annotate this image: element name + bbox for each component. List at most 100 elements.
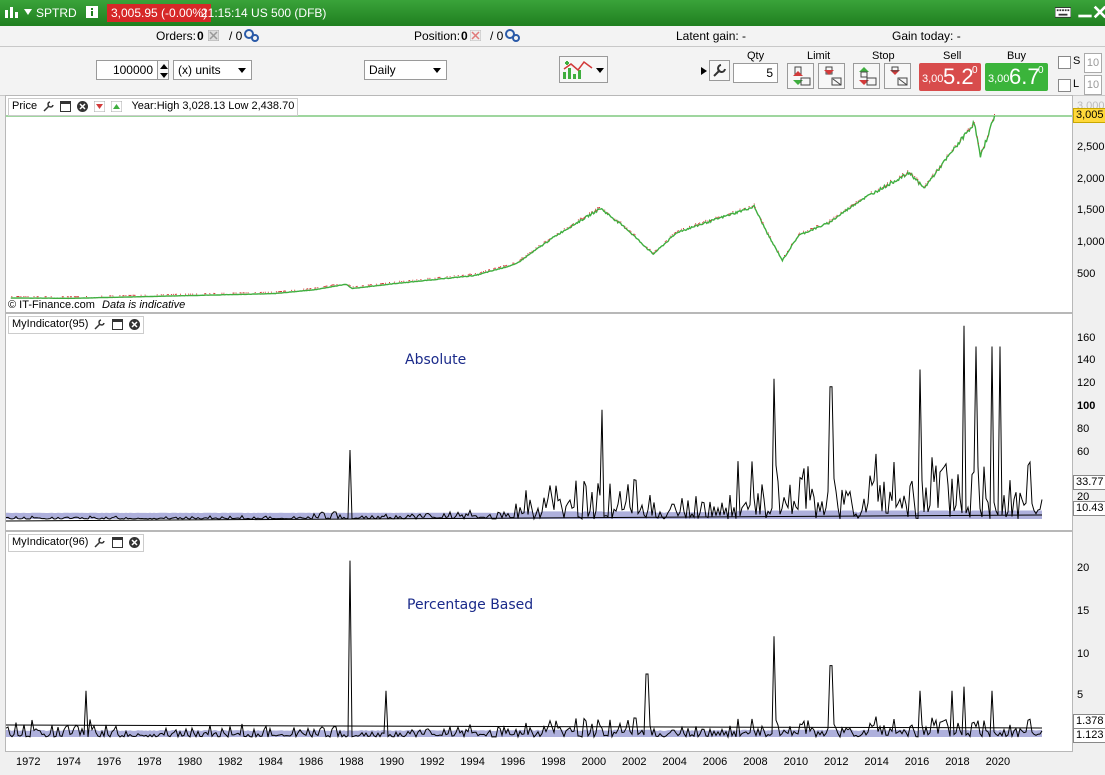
indicator-absolute-line <box>6 325 1043 521</box>
timeframe-select[interactable]: Daily <box>364 60 447 80</box>
close-icon[interactable] <box>77 100 89 112</box>
wrench-icon <box>713 64 726 77</box>
qty-input[interactable]: 5 <box>733 63 778 83</box>
move-up-icon[interactable] <box>111 100 123 112</box>
stop-header: Stop <box>872 50 895 62</box>
y-tick: 10 <box>1077 648 1090 660</box>
position-settings-icon[interactable] <box>505 29 521 43</box>
close-icon[interactable] <box>128 536 140 548</box>
x-tick-1996: 1996 <box>500 756 526 768</box>
limit-sell-button[interactable] <box>818 63 845 89</box>
l-value: 10 <box>1086 79 1100 91</box>
close-icon[interactable] <box>128 318 140 330</box>
x-tick-1984: 1984 <box>258 756 283 768</box>
latent-gain: Latent gain: - <box>676 29 747 43</box>
y-tick: 15 <box>1077 605 1090 617</box>
l-checkbox[interactable] <box>1058 79 1071 92</box>
indicator-percentage-panel[interactable]: MyIndicator(96) Percentage Based <box>5 531 1073 752</box>
settings-wrench-button[interactable] <box>709 60 730 81</box>
indicator-absolute-value-a: 33.77 <box>1073 475 1105 490</box>
indicator-absolute-header: MyIndicator(95) <box>8 316 144 334</box>
stop-down-icon <box>890 66 908 86</box>
info-icon[interactable] <box>86 6 98 18</box>
sell-header: Sell <box>943 50 962 62</box>
indicator-button[interactable] <box>559 56 608 83</box>
x-tick-1982: 1982 <box>218 756 243 768</box>
quantity-input[interactable]: 100000 <box>96 60 158 80</box>
price-watermark: © IT-Finance.com Data is indicative <box>8 299 185 311</box>
wrench-icon[interactable] <box>94 318 106 330</box>
buy-header: Buy <box>1007 50 1026 62</box>
stepper-icon <box>160 64 168 78</box>
chevron-down-icon <box>238 68 246 73</box>
y-tick-2500: 2,500 <box>1077 141 1105 153</box>
indicator-percentage-header: MyIndicator(96) <box>8 534 144 552</box>
s-value: 10 <box>1086 57 1100 69</box>
price-year-info: Year:High 3,028.13 Low 2,438.70 <box>131 100 295 112</box>
s-checkbox[interactable] <box>1058 56 1071 69</box>
y-tick: 20 <box>1077 562 1090 574</box>
x-tick-1976: 1976 <box>96 756 122 768</box>
x-tick-2006: 2006 <box>702 756 728 768</box>
limit-header: Limit <box>807 50 831 62</box>
indicator-absolute-chart <box>6 325 1043 522</box>
status-bar: Orders: 0 / 0 Position: 0 / 0 Latent gai… <box>0 26 1105 47</box>
keyboard-icon[interactable] <box>1055 4 1071 20</box>
chevron-down-icon <box>596 68 604 73</box>
indicator-percentage-value-b: 1.123 <box>1073 728 1105 743</box>
y-tick: 160 <box>1077 332 1096 344</box>
s-spinner[interactable]: 10 <box>1084 53 1102 73</box>
qty-value: 5 <box>766 66 773 80</box>
indicator-absolute-panel[interactable]: MyIndicator(95) Absolute <box>5 313 1073 531</box>
qty-header: Qty <box>747 50 765 62</box>
quantity-value: 100000 <box>112 63 153 77</box>
x-tick-1972: 1972 <box>16 756 41 768</box>
close-icon[interactable] <box>1092 4 1105 20</box>
buy-price-prefix: 3,00 <box>988 73 1010 85</box>
x-tick-2004: 2004 <box>662 756 687 768</box>
wrench-icon[interactable] <box>94 536 106 548</box>
quantity-stepper[interactable] <box>157 60 169 80</box>
dropdown-arrow-icon[interactable] <box>24 9 32 15</box>
y-tick: 100 <box>1077 400 1096 412</box>
sell-price-sup: 0 <box>972 65 978 76</box>
x-tick-1990: 1990 <box>379 756 405 768</box>
limit-down-icon <box>824 66 842 86</box>
y-tick-500: 500 <box>1077 268 1096 280</box>
time-market-label: 21:15:14 US 500 (DFB) <box>201 6 327 20</box>
collapse-arrow-icon[interactable] <box>701 67 707 75</box>
x-tick-1992: 1992 <box>420 756 445 768</box>
l-spinner[interactable]: 10 <box>1084 75 1102 95</box>
y-tick: 5 <box>1077 689 1084 701</box>
x-tick-1998: 1998 <box>541 756 566 768</box>
watermark-text: © IT-Finance.com <box>8 299 95 311</box>
maximize-icon[interactable] <box>111 536 123 548</box>
units-select[interactable]: (x) units <box>173 60 252 80</box>
price-panel-label: Price <box>12 100 38 112</box>
cancel-orders-icon[interactable] <box>208 30 219 41</box>
x-tick-2002: 2002 <box>622 756 647 768</box>
minimize-icon[interactable] <box>1077 4 1093 20</box>
y-tick: 120 <box>1077 377 1096 389</box>
price-series-line <box>10 115 996 300</box>
x-tick-1986: 1986 <box>298 756 324 768</box>
maximize-icon[interactable] <box>60 100 72 112</box>
orders-settings-icon[interactable] <box>244 29 260 43</box>
y-tick: 60 <box>1077 446 1090 458</box>
buy-button[interactable]: 3,00 6.7 0 <box>985 63 1048 91</box>
move-down-icon[interactable] <box>94 100 106 112</box>
stop-sell-button[interactable] <box>884 63 911 89</box>
x-tick-2020: 2020 <box>985 756 1011 768</box>
maximize-icon[interactable] <box>111 318 123 330</box>
x-tick-1980: 1980 <box>177 756 203 768</box>
x-tick-2016: 2016 <box>904 756 930 768</box>
close-position-icon[interactable] <box>470 30 481 41</box>
price-chart-panel[interactable]: Price Year:High 3,028.13 Low 2,438.70 © … <box>5 95 1073 313</box>
orders-total: / 0 <box>229 29 243 43</box>
wrench-icon[interactable] <box>43 100 54 112</box>
stop-buy-button[interactable] <box>853 63 880 89</box>
limit-buy-button[interactable] <box>787 63 814 89</box>
sell-button[interactable]: 3,00 5.2 0 <box>919 63 981 91</box>
indicator-chart-icon <box>563 60 593 79</box>
l-label: L <box>1073 78 1080 90</box>
